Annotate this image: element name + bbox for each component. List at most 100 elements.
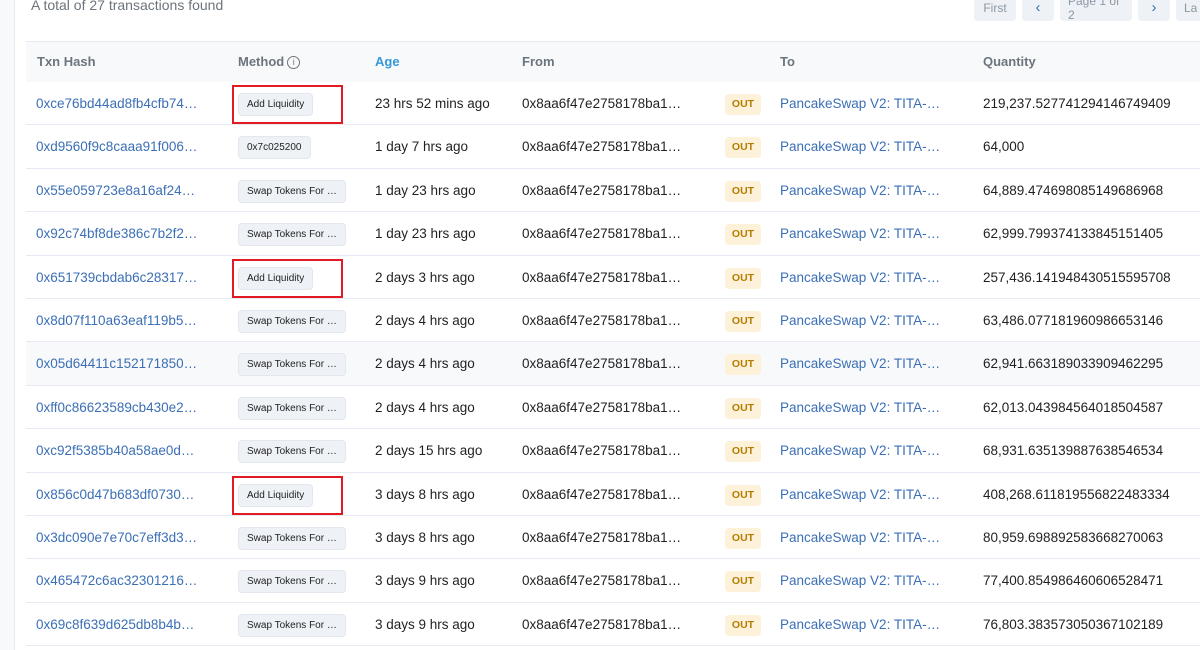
quantity-value: 257,436.141948430515595708 [983,269,1171,285]
from-address: 0x8aa6f47e2758178ba1… [522,529,682,545]
quantity-value: 77,400.854986460606528471 [983,573,1164,589]
quantity-value: 62,941.663189033909462295 [983,356,1164,372]
from-address: 0x8aa6f47e2758178ba1… [522,226,682,242]
to-address-link[interactable]: PancakeSwap V2: TITA-… [780,573,940,589]
txn-hash-link[interactable]: 0x465472c6ac32301216… [36,573,201,589]
txn-age: 2 days 3 hrs ago [375,269,475,285]
table-row: 0xc92f5385b40a58ae0d… Swap Tokens For … 2 … [26,429,1200,473]
direction-badge: OUT [725,354,761,376]
quantity-value: 64,889.474698085149686968 [983,182,1164,198]
txn-hash-link[interactable]: 0x69c8f639d625db8b4b… [36,617,201,633]
highlight-annotation-box [232,85,343,124]
txn-hash-link[interactable]: 0xce76bd44ad8fb4cfb74… [36,96,201,112]
direction-badge: OUT [725,527,761,549]
chevron-right-icon[interactable]: › [1138,0,1170,21]
method-badge: Swap Tokens For … [238,396,346,420]
to-address-link[interactable]: PancakeSwap V2: TITA-… [780,313,940,329]
to-address-link[interactable]: PancakeSwap V2: TITA-… [780,356,940,372]
from-address: 0x8aa6f47e2758178ba1… [522,269,682,285]
txn-age: 3 days 9 hrs ago [375,616,475,632]
txn-age: 3 days 9 hrs ago [375,573,475,589]
direction-badge: OUT [725,571,761,593]
txn-age: 2 days 15 hrs ago [375,443,483,459]
txn-hash-link[interactable]: 0x92c74bf8de386c7b2f2… [36,226,201,242]
txn-hash-link[interactable]: 0x856c0d47b683df0730… [36,487,201,503]
table-header: Txn Hash Method i Age From To Quantity [26,41,1200,84]
to-address-link[interactable]: PancakeSwap V2: TITA-… [780,96,940,112]
direction-badge: OUT [725,267,761,289]
from-address: 0x8aa6f47e2758178ba1… [522,356,682,372]
txn-hash-link[interactable]: 0x55e059723e8a16af24… [36,183,201,199]
first-page-button[interactable]: First [974,0,1016,21]
quantity-value: 219,237.527741294146749409 [983,96,1171,111]
txn-hash-link[interactable]: 0x3dc090e7e70c7eff3d3… [36,530,201,546]
chevron-left-icon[interactable]: ‹ [1022,0,1054,21]
column-to: To [780,54,795,69]
txn-hash-link[interactable]: 0x05d64411c152171850… [36,356,201,372]
to-address-link[interactable]: PancakeSwap V2: TITA-… [780,487,940,503]
method-badge: 0x7c025200 [238,136,311,160]
txn-age: 1 day 7 hrs ago [375,139,469,155]
to-address-link[interactable]: PancakeSwap V2: TITA-… [780,270,940,286]
from-address: 0x8aa6f47e2758178ba1… [522,486,682,502]
txn-age: 3 days 8 hrs ago [375,486,475,502]
from-address: 0x8aa6f47e2758178ba1… [522,96,682,111]
direction-badge: OUT [725,484,761,506]
quantity-value: 80,959.698892583668270063 [983,529,1164,545]
quantity-value: 62,013.043984564018504587 [983,399,1164,415]
to-address-link[interactable]: PancakeSwap V2: TITA-… [780,139,940,155]
transactions-summary: A total of 27 transactions found [31,0,224,13]
method-badge: Swap Tokens For … [238,440,346,464]
txn-age: 1 day 23 hrs ago [375,182,476,198]
direction-badge: OUT [725,310,761,332]
table-row: 0x69c8f639d625db8b4b… Swap Tokens For … 3 … [26,602,1200,647]
txn-hash-link[interactable]: 0xd9560f9c8caaa91f006… [36,139,201,155]
pagination: First ‹ Page 1 of 2 › La [974,0,1200,22]
info-icon[interactable]: i [287,56,301,69]
direction-badge: OUT [725,614,761,636]
column-quantity: Quantity [983,54,1036,69]
from-address: 0x8aa6f47e2758178ba1… [522,616,682,632]
quantity-value: 76,803.383573050367102189 [983,616,1164,632]
table-row: 0xce76bd44ad8fb4cfb74… Add Liquidity 23 hr… [26,82,1200,126]
from-address: 0x8aa6f47e2758178ba1… [522,312,682,328]
to-address-link[interactable]: PancakeSwap V2: TITA-… [780,530,940,546]
column-from: From [522,54,555,69]
from-address: 0x8aa6f47e2758178ba1… [522,139,682,155]
column-age[interactable]: Age [375,55,400,69]
txn-hash-link[interactable]: 0xff0c86623589cb430e2… [36,400,201,416]
from-address: 0x8aa6f47e2758178ba1… [522,573,682,589]
to-address-link[interactable]: PancakeSwap V2: TITA-… [780,400,940,416]
txn-hash-link[interactable]: 0x8d07f110a63eaf119b5… [36,313,201,329]
page-info: Page 1 of 2 [1060,0,1132,22]
to-address-link[interactable]: PancakeSwap V2: TITA-… [780,226,940,242]
quantity-value: 62,999.799374133845151405 [983,226,1164,242]
from-address: 0x8aa6f47e2758178ba1… [522,443,682,459]
method-badge: Swap Tokens For … [238,526,346,550]
table-row: 0x8d07f110a63eaf119b5… Swap Tokens For … 2… [26,298,1200,343]
column-txn-hash: Txn Hash [37,54,96,69]
highlight-annotation-box [232,475,343,515]
table-row: 0x651739cbdab6c28317… Add Liquidity 2 days… [26,255,1200,299]
quantity-value: 408,268.611819556822483334 [983,486,1170,502]
quantity-value: 68,931.635139887638546534 [983,443,1164,459]
to-address-link[interactable]: PancakeSwap V2: TITA-… [780,617,940,633]
table-row: 0x92c74bf8de386c7b2f2… Swap Tokens For … 1… [26,212,1200,256]
txn-hash-link[interactable]: 0x651739cbdab6c28317… [36,270,201,286]
transactions-table-body: 0xce76bd44ad8fb4cfb74… Add Liquidity 23 hr… [26,82,1200,647]
table-row: 0x55e059723e8a16af24… Swap Tokens For … 1 … [26,168,1200,213]
txn-age: 2 days 4 hrs ago [375,399,475,415]
direction-badge: OUT [725,137,761,159]
txn-age: 3 days 8 hrs ago [375,529,475,545]
txn-hash-link[interactable]: 0xc92f5385b40a58ae0d… [36,443,201,459]
from-address: 0x8aa6f47e2758178ba1… [522,399,682,415]
table-row: 0xd9560f9c8caaa91f006… 0x7c025200 1 day 7 … [26,125,1200,169]
last-page-button[interactable]: La [1176,0,1200,21]
to-address-link[interactable]: PancakeSwap V2: TITA-… [780,443,940,459]
method-badge: Swap Tokens For … [238,353,346,377]
direction-badge: OUT [725,180,761,202]
from-address: 0x8aa6f47e2758178ba1… [522,182,682,198]
txn-age: 2 days 4 hrs ago [375,356,475,372]
to-address-link[interactable]: PancakeSwap V2: TITA-… [780,183,940,199]
txn-age: 23 hrs 52 mins ago [375,96,490,111]
